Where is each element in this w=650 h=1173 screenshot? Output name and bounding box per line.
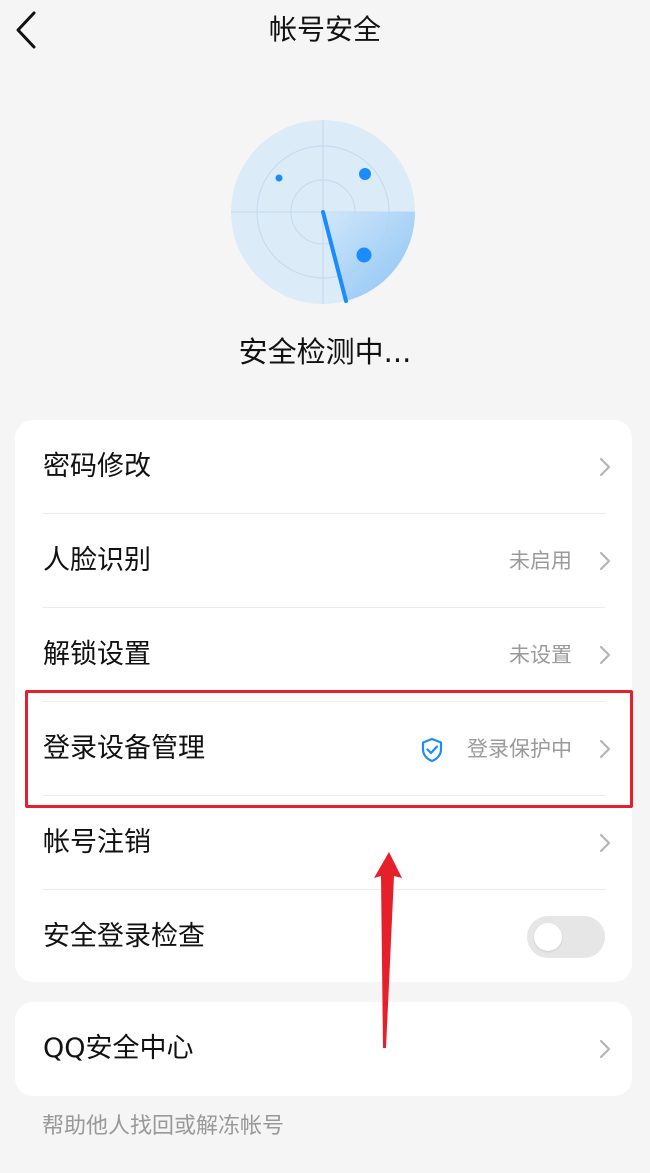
qq-security-center-row[interactable]: QQ安全中心 bbox=[15, 1002, 632, 1096]
radar-scan-icon bbox=[231, 120, 415, 304]
password-change-row[interactable]: 密码修改 bbox=[15, 420, 632, 514]
secure-login-check-row: 安全登录检查 bbox=[15, 890, 632, 984]
help-others-recover-link[interactable]: 帮助他人找回或解冻帐号 bbox=[42, 1110, 284, 1144]
row-value: 未启用 bbox=[509, 549, 572, 573]
row-label: 安全登录检查 bbox=[43, 921, 205, 952]
chevron-right-icon bbox=[599, 645, 611, 665]
account-deletion-row[interactable]: 帐号注销 bbox=[15, 796, 632, 890]
secure-login-check-toggle[interactable] bbox=[527, 916, 605, 958]
chevron-right-icon bbox=[599, 833, 611, 853]
row-label: 密码修改 bbox=[43, 451, 151, 482]
security-settings-card: 密码修改 人脸识别 未启用 解锁设置 未设置 登录设备管理 登录保护中 帐号注销… bbox=[15, 420, 632, 982]
header-bar: 帐号安全 bbox=[0, 0, 650, 64]
face-recognition-row[interactable]: 人脸识别 未启用 bbox=[15, 514, 632, 608]
page-title: 帐号安全 bbox=[268, 13, 381, 46]
qq-security-card: QQ安全中心 bbox=[15, 1002, 632, 1096]
shield-check-icon bbox=[421, 737, 443, 763]
row-label: QQ安全中心 bbox=[43, 1033, 194, 1064]
row-label: 人脸识别 bbox=[43, 545, 151, 576]
row-value: 登录保护中 bbox=[467, 737, 572, 761]
chevron-right-icon bbox=[599, 457, 611, 477]
login-device-management-row[interactable]: 登录设备管理 登录保护中 bbox=[15, 702, 632, 796]
scan-status-text: 安全检测中... bbox=[238, 335, 412, 369]
toggle-knob bbox=[534, 923, 562, 951]
unlock-settings-row[interactable]: 解锁设置 未设置 bbox=[15, 608, 632, 702]
chevron-right-icon bbox=[599, 551, 611, 571]
chevron-right-icon bbox=[599, 1039, 611, 1059]
row-label: 帐号注销 bbox=[43, 827, 151, 858]
row-label: 登录设备管理 bbox=[43, 733, 205, 764]
chevron-right-icon bbox=[599, 739, 611, 759]
row-label: 解锁设置 bbox=[43, 639, 151, 670]
row-value: 未设置 bbox=[509, 643, 572, 667]
